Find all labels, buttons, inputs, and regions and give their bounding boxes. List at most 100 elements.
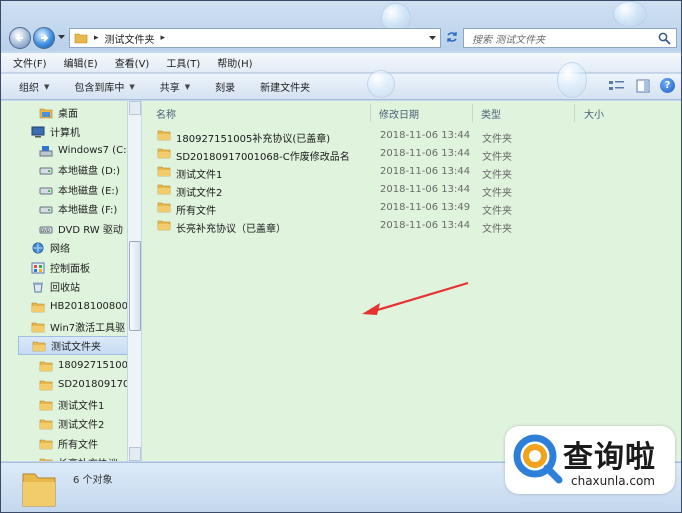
control-panel-icon [31, 262, 45, 274]
drive-icon [39, 203, 53, 215]
search-placeholder: 搜索 测试文件夹 [472, 34, 546, 46]
nav-item-label: 长亮补充协议 [58, 455, 118, 461]
file-row[interactable]: 180927151005补充协议(已盖章) 2018-11-06 13:44 文件夹 [154, 128, 674, 146]
column-header-date[interactable]: 修改日期 [379, 104, 419, 122]
item-count: 6 个对象 [73, 475, 113, 486]
search-input[interactable]: 搜索 测试文件夹 [463, 28, 677, 48]
share-button[interactable]: 共享 ▼ [159, 79, 191, 95]
nav-item[interactable]: 本地磁盘 (F:) [1, 199, 127, 218]
back-button[interactable] [9, 27, 31, 49]
nav-item-label: 网络 [50, 244, 70, 255]
file-name: 测试文件1 [176, 170, 223, 181]
address-dropdown-icon[interactable] [429, 35, 436, 41]
folder-icon [157, 201, 171, 216]
nav-item-label: 计算机 [50, 128, 80, 139]
toolbar-right-group: ? [598, 78, 675, 93]
nav-item-label: 本地磁盘 (E:) [58, 186, 119, 197]
file-type: 文件夹 [482, 188, 512, 199]
nav-item[interactable]: 测试文件夹 [18, 336, 141, 355]
nav-item[interactable]: 本地磁盘 (D:) [1, 160, 127, 179]
nav-item-label: Win7激活工具驱 [50, 323, 126, 334]
nav-item[interactable]: 本地磁盘 (E:) [1, 180, 127, 199]
annotation-arrow [362, 281, 469, 315]
watermark-brand-cn: 查询啦 [563, 440, 656, 475]
folder-icon [157, 183, 171, 198]
nav-item-label: 测试文件1 [58, 401, 105, 412]
file-row[interactable]: SD20180917001068-C作废修改品名 2018-11-06 13:44… [154, 146, 674, 164]
nav-item-label: 控制面板 [50, 264, 90, 275]
file-date: 2018-11-06 13:44 [380, 184, 471, 195]
nav-item[interactable]: 桌面 [1, 103, 127, 122]
folder-large-icon [22, 473, 56, 507]
desktop-icon [39, 107, 53, 119]
column-divider[interactable] [472, 104, 473, 122]
drive-icon [39, 164, 53, 176]
drive-icon [39, 184, 53, 196]
column-divider[interactable] [574, 104, 575, 122]
chevron-down-icon: ▼ [129, 82, 135, 91]
scroll-down-icon[interactable] [129, 447, 141, 461]
folder-icon [39, 379, 53, 391]
nav-item[interactable]: Windows7 (C: [1, 141, 127, 160]
breadcrumb-current[interactable]: 测试文件夹 [105, 31, 155, 46]
search-icon[interactable] [658, 32, 671, 45]
nav-item[interactable]: 180927151005 [1, 356, 134, 375]
nav-item[interactable]: 所有文件 [1, 434, 127, 453]
folder-icon [157, 165, 171, 180]
folder-icon [157, 129, 171, 144]
nav-item[interactable]: DVD DVD RW 驱动 [1, 219, 127, 238]
nav-item[interactable]: 网络 [1, 238, 127, 257]
column-header-type[interactable]: 类型 [481, 104, 501, 122]
share-label: 共享 [159, 83, 180, 94]
decor-bubble [557, 62, 587, 98]
file-row[interactable]: 测试文件1 2018-11-06 13:44 文件夹 [154, 164, 674, 182]
file-name: 长亮补充协议（已盖章） [176, 224, 286, 235]
file-type: 文件夹 [482, 224, 512, 235]
forward-button[interactable] [33, 27, 55, 49]
burn-button[interactable]: 刻录 [215, 79, 235, 94]
menu-edit[interactable]: 编辑(E) [64, 55, 98, 70]
file-list-pane: 名称 修改日期 类型 大小 180927151005补充协议(已盖章) 2018-… [142, 101, 681, 461]
nav-item[interactable]: HB2018100800 [1, 297, 128, 316]
chevron-down-icon: ▼ [184, 82, 191, 91]
file-name: 所有文件 [176, 206, 216, 217]
drive-c-icon [39, 145, 53, 157]
nav-item-label: SD201809170 [58, 379, 130, 390]
nav-item-label: Windows7 (C: [58, 145, 127, 156]
nav-scrollbar[interactable] [127, 101, 141, 461]
menu-file[interactable]: 文件(F) [13, 55, 47, 70]
help-icon[interactable]: ? [660, 78, 675, 93]
view-options-icon[interactable] [608, 79, 626, 93]
file-row[interactable]: 测试文件2 2018-11-06 13:44 文件夹 [154, 182, 674, 200]
include-in-library-button[interactable]: 包含到库中 ▼ [74, 79, 135, 95]
nav-item[interactable]: 计算机 [1, 122, 127, 141]
new-folder-button[interactable]: 新建文件夹 [260, 79, 310, 94]
column-header-size[interactable]: 大小 [584, 104, 604, 122]
preview-pane-icon[interactable] [636, 79, 650, 93]
menu-help[interactable]: 帮助(H) [217, 55, 252, 70]
decor-bubble [613, 1, 647, 27]
file-name: 180927151005补充协议(已盖章) [176, 134, 331, 145]
column-divider[interactable] [370, 104, 371, 122]
nav-item[interactable]: Win7激活工具驱 [1, 317, 127, 336]
menu-tools[interactable]: 工具(T) [166, 55, 200, 70]
nav-item[interactable]: 测试文件2 [1, 414, 127, 433]
file-row[interactable]: 长亮补充协议（已盖章） 2018-11-06 13:44 文件夹 [154, 218, 674, 236]
nav-item[interactable]: SD201809170 [1, 375, 130, 394]
nav-item-label: 测试文件夹 [51, 342, 101, 353]
watermark-brand-en: chaxunla.com [571, 474, 655, 488]
nav-item[interactable]: 控制面板 [1, 258, 127, 277]
file-row[interactable]: 所有文件 2018-11-06 13:49 文件夹 [154, 200, 674, 218]
nav-item[interactable]: 长亮补充协议 [1, 453, 127, 461]
menu-view[interactable]: 查看(V) [115, 55, 150, 70]
organize-button[interactable]: 组织 ▼ [19, 79, 49, 95]
scroll-up-icon[interactable] [129, 101, 141, 115]
scroll-thumb[interactable] [129, 241, 141, 331]
burn-label: 刻录 [215, 83, 236, 94]
address-box[interactable]: ▸ 测试文件夹 ▸ [69, 28, 441, 48]
refresh-icon[interactable] [445, 30, 459, 44]
nav-item[interactable]: 测试文件1 [1, 395, 127, 414]
column-header-name[interactable]: 名称 [156, 104, 176, 122]
recent-pages-dropdown-icon[interactable] [58, 34, 65, 40]
nav-item[interactable]: 回收站 [1, 277, 127, 296]
